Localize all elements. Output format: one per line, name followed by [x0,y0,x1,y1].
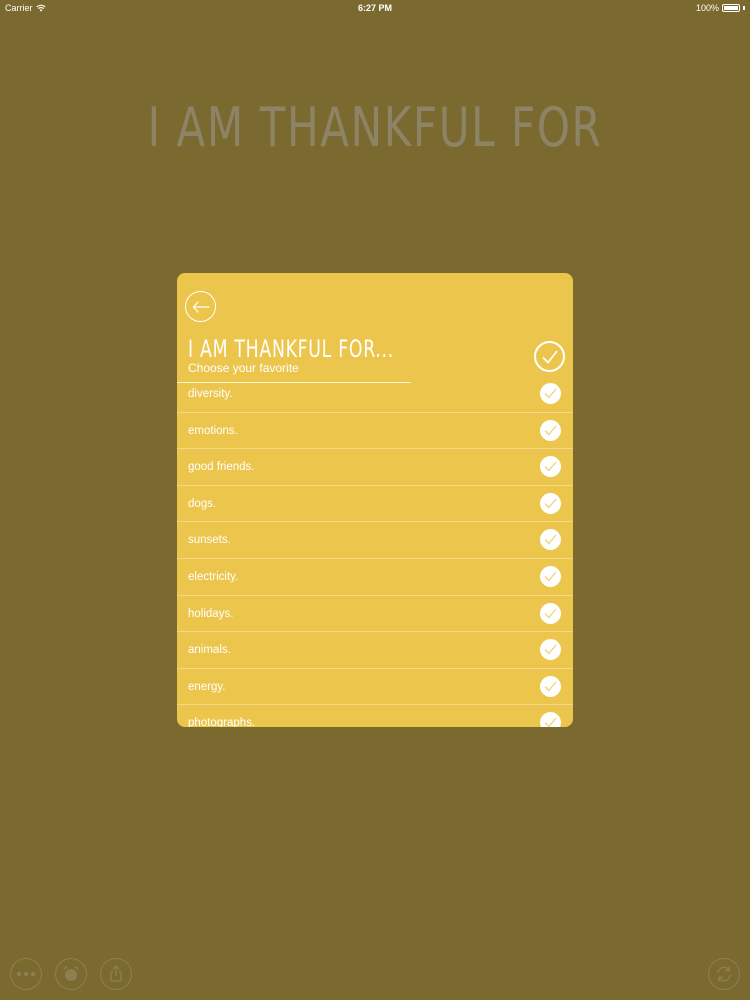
alarm-icon [63,965,79,981]
alarm-button[interactable] [55,958,87,990]
battery-label: 100% [695,3,719,13]
checkmark-icon [544,461,557,472]
more-icon [16,971,36,977]
list-item[interactable]: holidays. [177,596,573,633]
status-right: 100% [696,3,745,13]
checkmark-icon [544,717,557,727]
select-toggle[interactable] [540,602,561,624]
list-item[interactable]: energy. [177,669,573,706]
card-title: I AM THANKFUL FOR... [188,335,394,363]
checkmark-icon [541,350,558,364]
more-button[interactable] [10,958,42,990]
list-item[interactable]: emotions. [177,413,573,450]
list-item-label: sunsets. [188,534,231,547]
checkmark-icon [544,608,557,619]
select-toggle[interactable] [540,419,561,441]
share-icon [110,965,122,982]
status-bar: Carrier 6:27 PM 100% [0,0,750,16]
list-item-label: emotions. [188,424,238,437]
list-item-label: good friends. [188,461,255,474]
checkmark-icon [544,571,557,582]
battery-icon [722,4,740,12]
select-toggle[interactable] [540,675,561,697]
card-subtitle: Choose your favorite [188,361,299,375]
back-button[interactable] [185,291,216,322]
refresh-button[interactable] [708,958,740,990]
list-item[interactable]: sunsets. [177,522,573,559]
list-item-label: energy. [188,680,226,693]
select-toggle[interactable] [540,492,561,514]
checkmark-icon [544,388,557,399]
choice-card: I AM THANKFUL FOR... Choose your favorit… [177,273,573,727]
list-item[interactable]: dogs. [177,486,573,523]
share-button[interactable] [100,958,132,990]
confirm-button[interactable] [534,341,565,372]
checkmark-icon [544,498,557,509]
select-toggle[interactable] [540,529,561,551]
checkmark-icon [544,425,557,436]
list-item-label: photographs. [188,717,256,727]
select-toggle[interactable] [540,639,561,661]
checkmark-icon [544,534,557,545]
select-toggle[interactable] [540,565,561,587]
list-item-label: animals. [188,644,231,657]
list-item-label: dogs. [188,497,217,510]
refresh-icon [717,966,731,982]
list-item[interactable]: diversity. [177,376,573,413]
list-item-label: holidays. [188,607,234,620]
list-item-label: diversity. [188,388,233,400]
status-time: 6:27 PM [357,3,392,13]
checkmark-icon [544,681,557,692]
select-toggle[interactable] [540,712,561,727]
arrow-left-icon [192,300,210,313]
battery-tip [743,6,745,10]
options-list: diversity. emotions. good friends. dogs. sun… [177,376,573,727]
list-item[interactable]: photographs. [177,705,573,727]
list-item-label: electricity. [188,570,239,583]
list-item[interactable]: electricity. [177,559,573,596]
list-item[interactable]: animals. [177,632,573,669]
checkmark-icon [544,644,557,655]
select-toggle[interactable] [540,383,561,404]
list-item[interactable]: good friends. [177,449,573,486]
select-toggle[interactable] [540,456,561,478]
page-title: I AM THANKFUL FOR [147,96,603,159]
